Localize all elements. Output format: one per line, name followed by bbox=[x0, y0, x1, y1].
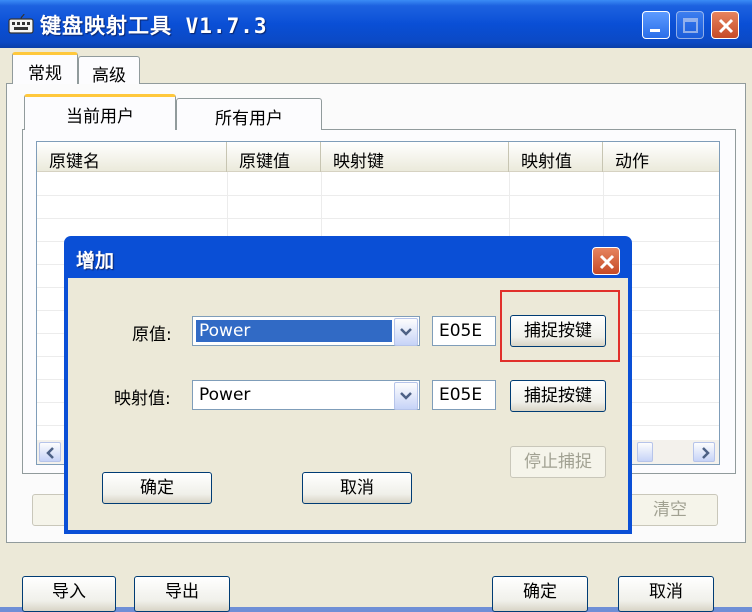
mapped-value-label: 映射值: bbox=[114, 389, 171, 409]
column-header-original-key-value[interactable]: 原键值 bbox=[227, 142, 321, 172]
close-icon bbox=[718, 18, 734, 34]
chevron-right-icon bbox=[702, 447, 710, 459]
minimize-button[interactable] bbox=[642, 11, 670, 39]
tab-general[interactable]: 常规 bbox=[12, 52, 78, 84]
chevron-left-icon bbox=[46, 447, 54, 459]
column-header-mapped-key[interactable]: 映射键 bbox=[321, 142, 509, 172]
stop-capture-button[interactable]: 停止捕捉 bbox=[510, 446, 606, 478]
dialog-ok-button[interactable]: 确定 bbox=[102, 472, 212, 504]
close-icon bbox=[599, 254, 615, 270]
column-header-mapped-value[interactable]: 映射值 bbox=[509, 142, 603, 172]
grid-line bbox=[37, 195, 719, 196]
grid-line bbox=[37, 218, 719, 219]
capture-key-button[interactable]: 捕捉按键 bbox=[510, 315, 606, 347]
main-window: 键盘映射工具 V1.7.3 常规 高级 当前用户 所有用户 原键名 原键值 映射… bbox=[0, 0, 752, 612]
original-code-field[interactable]: E05E bbox=[432, 316, 496, 346]
window-title: 键盘映射工具 V1.7.3 bbox=[40, 14, 268, 38]
title-bar[interactable]: 键盘映射工具 V1.7.3 bbox=[0, 0, 752, 48]
column-header-action[interactable]: 动作 bbox=[603, 142, 719, 172]
dialog-cancel-button[interactable]: 取消 bbox=[302, 472, 412, 504]
maximize-button[interactable] bbox=[676, 11, 704, 39]
mapped-value-text: Power bbox=[199, 385, 251, 405]
close-button[interactable] bbox=[711, 11, 739, 39]
minimize-icon bbox=[650, 29, 660, 32]
dialog-title: 增加 bbox=[76, 250, 115, 272]
scroll-thumb[interactable] bbox=[637, 442, 653, 462]
chevron-down-icon bbox=[400, 392, 412, 400]
original-value-label: 原值: bbox=[132, 325, 172, 345]
list-header: 原键名 原键值 映射键 映射值 动作 bbox=[37, 142, 719, 172]
column-header-original-key-name[interactable]: 原键名 bbox=[37, 142, 227, 172]
scroll-right-button[interactable] bbox=[693, 442, 715, 462]
chevron-down-icon bbox=[400, 328, 412, 336]
capture-key-button-mapped[interactable]: 捕捉按键 bbox=[510, 380, 606, 412]
mapped-code-field[interactable]: E05E bbox=[432, 380, 496, 410]
clear-button[interactable]: 清空 bbox=[622, 494, 718, 526]
tab-advanced[interactable]: 高级 bbox=[78, 56, 140, 86]
add-dialog: 增加 原值: Power E05E 捕捉按键 映射值: Power E05E 捕… bbox=[64, 236, 632, 534]
dropdown-button[interactable] bbox=[394, 318, 418, 346]
original-value-combo[interactable]: Power bbox=[192, 316, 420, 346]
keyboard-icon bbox=[8, 13, 34, 34]
mapped-value-combo[interactable]: Power bbox=[192, 380, 420, 410]
tab-current-user[interactable]: 当前用户 bbox=[24, 94, 176, 130]
tab-all-users[interactable]: 所有用户 bbox=[176, 98, 322, 130]
maximize-icon bbox=[683, 18, 698, 33]
scroll-left-button[interactable] bbox=[39, 442, 61, 462]
dialog-close-button[interactable] bbox=[592, 247, 620, 275]
dialog-body: 原值: Power E05E 捕捉按键 映射值: Power E05E 捕捉按键… bbox=[68, 278, 628, 530]
dropdown-button[interactable] bbox=[394, 382, 418, 410]
original-value-text: Power bbox=[196, 320, 392, 342]
